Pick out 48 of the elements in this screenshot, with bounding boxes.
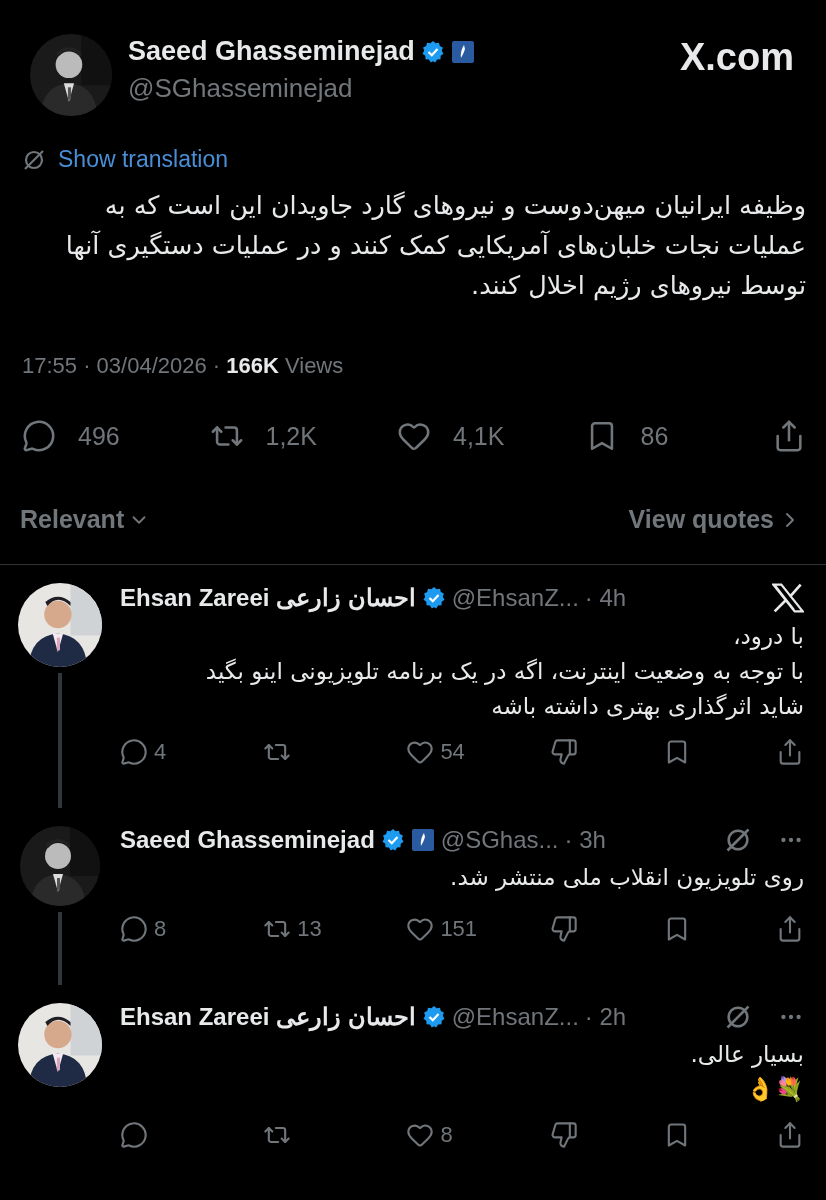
thumbs-down-icon bbox=[549, 1121, 578, 1149]
author-name: Ehsan Zareei احسان زارعی bbox=[120, 1003, 416, 1031]
like-button[interactable]: 151 bbox=[406, 915, 478, 943]
reply-text: با توجه به وضعیت اینترنت، اگه در یک برنامه تلویزیونی اینو بگید bbox=[204, 657, 804, 687]
reply-icon bbox=[22, 419, 56, 453]
author-handle: @SGhasseminejad bbox=[128, 73, 354, 104]
reply-button[interactable]: 496 bbox=[22, 419, 120, 453]
repost-button[interactable]: 13 bbox=[263, 915, 322, 943]
bookmark-button[interactable]: 86 bbox=[584, 419, 669, 453]
reply-icon bbox=[120, 915, 148, 943]
reply-button[interactable]: 4 bbox=[120, 738, 167, 766]
reply-button[interactable]: 8 bbox=[120, 915, 167, 943]
site-logo: X.com bbox=[679, 36, 794, 79]
like-button[interactable]: 4,1K bbox=[397, 419, 505, 453]
translate-icon bbox=[724, 1003, 752, 1031]
post-age: · 2h bbox=[584, 1003, 627, 1031]
reply-text: بسیار عالی. bbox=[689, 1040, 804, 1070]
author-name: Ehsan Zareei احسان زارعی bbox=[120, 584, 416, 612]
dislike-button[interactable] bbox=[549, 1121, 578, 1149]
show-translation-link[interactable]: Show translation bbox=[58, 146, 229, 173]
reply-text: روی تلویزیون انقلاب ملی منتشر شد. bbox=[449, 863, 804, 893]
dislike-button[interactable] bbox=[549, 738, 578, 766]
reply-text: با درود، bbox=[732, 622, 804, 652]
reply-icon bbox=[120, 738, 148, 766]
reply-icon bbox=[120, 1121, 148, 1149]
like-button[interactable]: 54 bbox=[406, 738, 465, 766]
author-handle: @EhsanZ... bbox=[451, 584, 579, 612]
dislike-button[interactable] bbox=[549, 915, 578, 943]
reply-text: 💐👌 bbox=[745, 1075, 804, 1104]
view-quotes-link[interactable]: View quotes bbox=[628, 505, 802, 534]
reply-button[interactable] bbox=[120, 1121, 148, 1149]
translate-icon bbox=[22, 147, 46, 172]
sort-dropdown[interactable]: Relevant bbox=[20, 505, 151, 534]
thumbs-down-icon bbox=[549, 738, 578, 766]
post-age: · 3h bbox=[564, 826, 606, 854]
author-name: Saeed Ghasseminejad bbox=[128, 36, 415, 67]
tweet-meta: 17:55 · 03/04/2026 · 166K Views bbox=[22, 353, 345, 379]
reply-text: شاید اثرگذاری بهتری داشته باشه bbox=[490, 692, 804, 722]
author-name: Saeed Ghasseminejad bbox=[120, 826, 375, 854]
author-handle: @SGhas... bbox=[440, 826, 559, 854]
x-logo-icon bbox=[772, 583, 804, 613]
translate-icon bbox=[724, 826, 752, 854]
like-button[interactable]: 8 bbox=[406, 1121, 453, 1149]
author-handle: @EhsanZ... bbox=[451, 1003, 579, 1031]
post-age: · 4h bbox=[584, 584, 627, 612]
thumbs-down-icon bbox=[549, 915, 578, 943]
tweet-text: وظیفه ایرانیان میهن‌دوست و نیروهای گارد جاویدان این است که به عملیات نجات خلبان‌های آمریکایی کمک کنند و در عملیات دستگیری آنها توسط نیروهای رژیم اخلال کنند. bbox=[64, 189, 806, 303]
repost-button[interactable]: 1,2K bbox=[209, 419, 317, 453]
